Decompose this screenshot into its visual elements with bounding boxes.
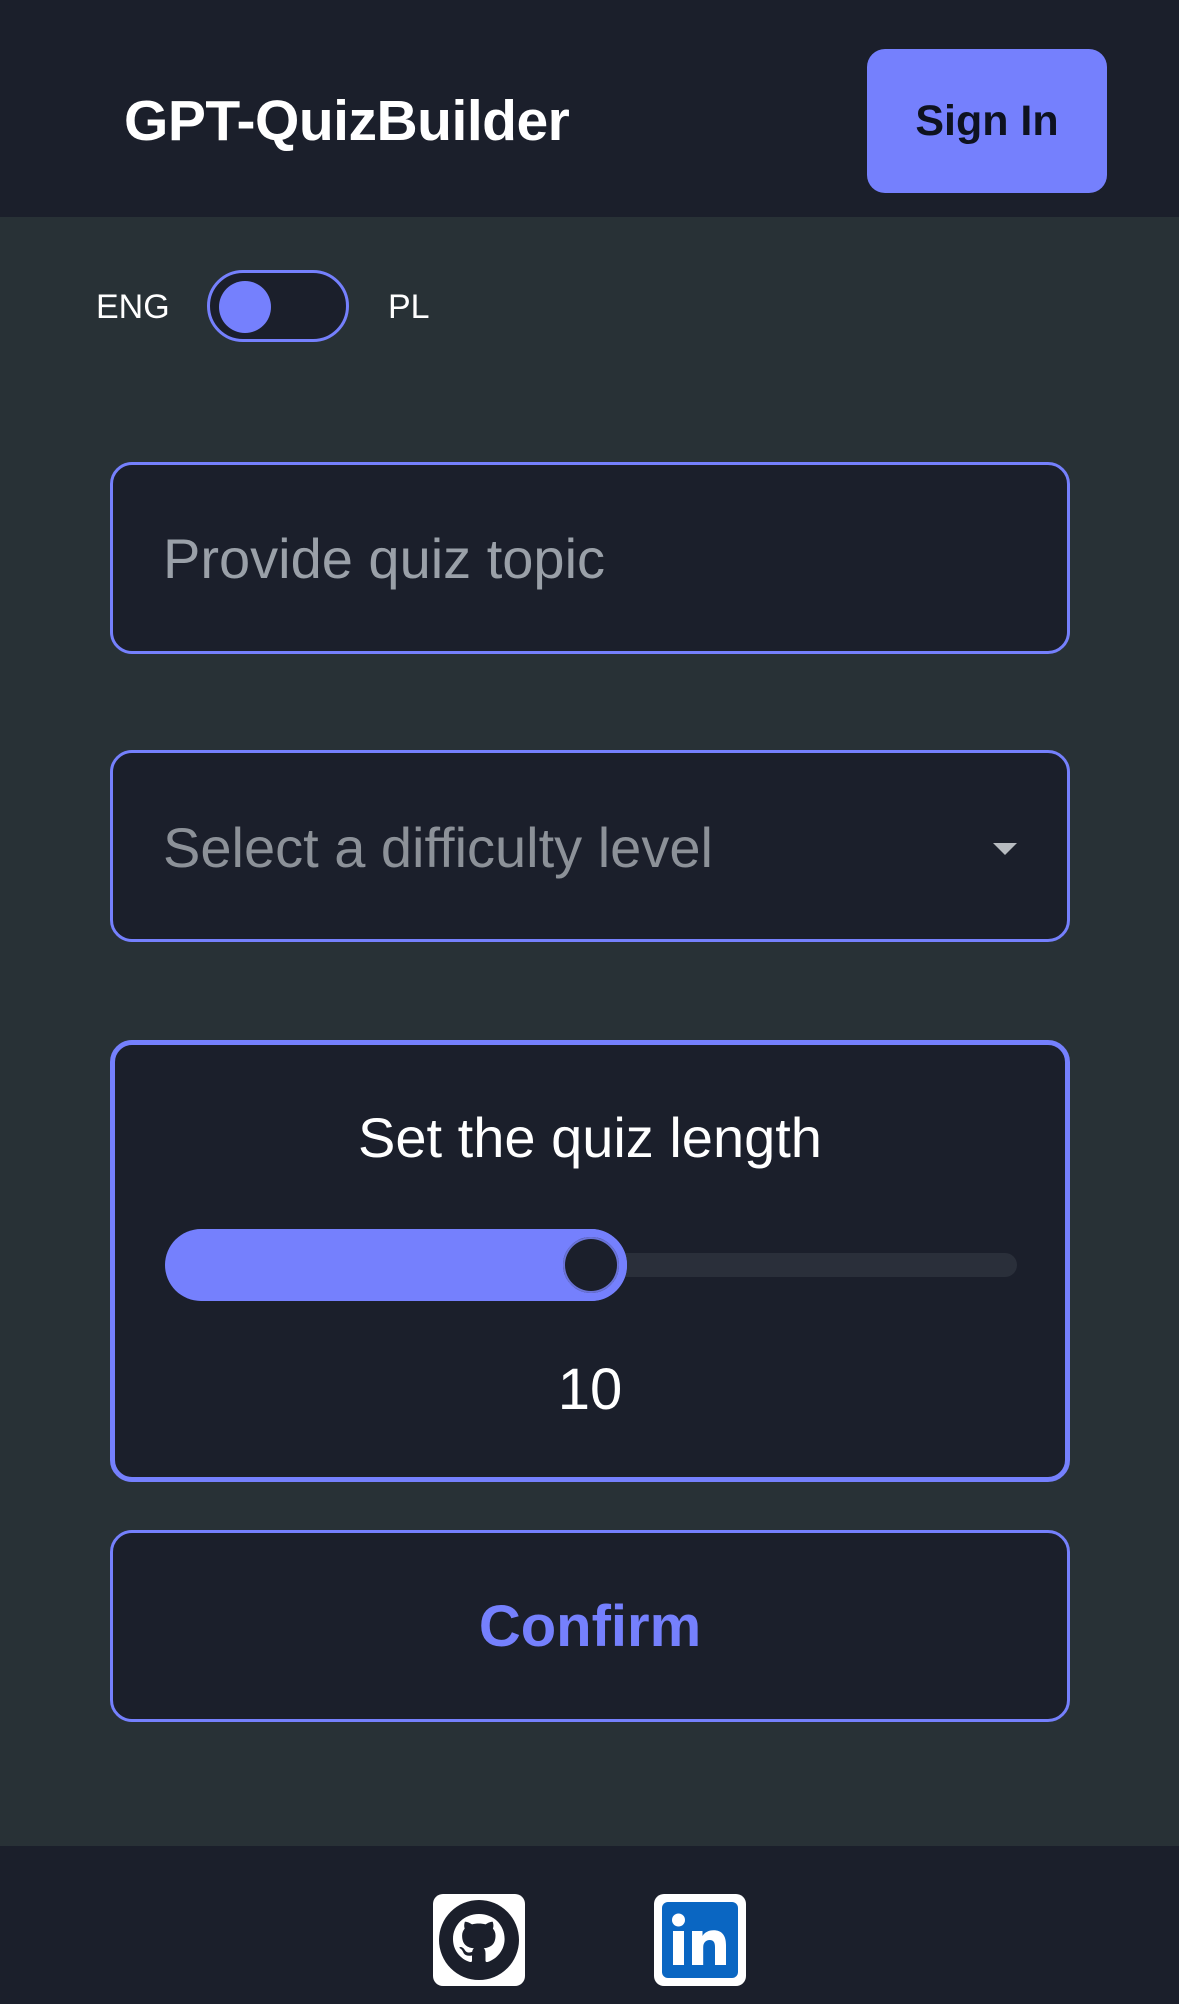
language-switch: ENG PL bbox=[0, 270, 1179, 344]
github-icon[interactable] bbox=[433, 1894, 525, 1986]
quiz-topic-input[interactable] bbox=[113, 465, 1067, 651]
language-label-pl: PL bbox=[388, 288, 430, 326]
app-title: GPT-QuizBuilder bbox=[124, 89, 570, 153]
language-label-eng: ENG bbox=[96, 288, 170, 326]
sign-in-button[interactable]: Sign In bbox=[867, 49, 1107, 193]
footer bbox=[0, 1846, 1179, 2004]
quiz-length-value: 10 bbox=[557, 1357, 623, 1422]
linkedin-icon[interactable] bbox=[654, 1894, 746, 1986]
top-bar: GPT-QuizBuilder Sign In bbox=[0, 0, 1179, 217]
confirm-button[interactable]: Confirm bbox=[110, 1530, 1070, 1722]
quiz-length-panel: Set the quiz length 10 bbox=[110, 1040, 1070, 1482]
difficulty-select[interactable]: Select a difficulty level bbox=[110, 750, 1070, 942]
quiz-length-title: Set the quiz length bbox=[358, 1106, 822, 1169]
toggle-knob bbox=[219, 281, 271, 333]
language-toggle[interactable] bbox=[207, 270, 349, 342]
topic-field bbox=[110, 462, 1070, 654]
difficulty-placeholder: Select a difficulty level bbox=[163, 816, 713, 879]
quiz-length-slider[interactable] bbox=[165, 1229, 1017, 1301]
slider-thumb[interactable] bbox=[555, 1229, 627, 1301]
chevron-down-icon bbox=[993, 843, 1017, 855]
